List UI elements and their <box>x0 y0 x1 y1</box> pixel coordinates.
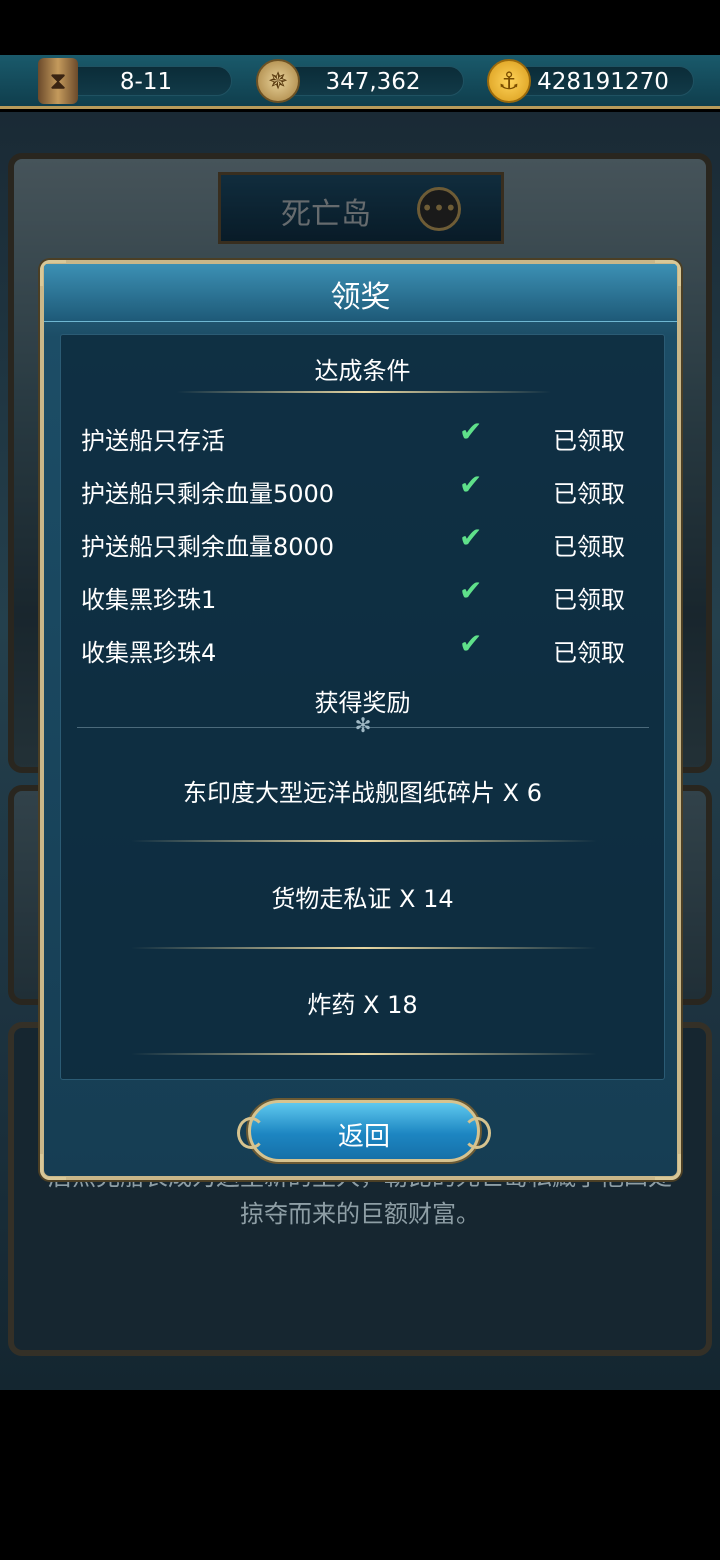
dialog-content-panel: 达成条件 护送船只存活 ✔ 已领取 护送船只剩余血量5000 ✔ 已领取 护送船… <box>60 334 665 1080</box>
condition-status: 已领取 <box>553 639 625 667</box>
checkmark-icon: ✔ <box>459 627 483 660</box>
hourglass-icon: ⧗ <box>38 58 78 104</box>
reward-item: 炸药 X 18 <box>307 991 418 1019</box>
condition-row: 护送船只剩余血量5000 ✔ 已领取 <box>81 468 641 508</box>
back-button[interactable]: 返回 <box>237 1100 491 1162</box>
reward-item: 东印度大型远洋战舰图纸碎片 X 6 <box>183 779 542 807</box>
chat-bubble-icon[interactable]: ••• <box>417 187 461 231</box>
corner-ornament <box>655 260 681 286</box>
divider <box>131 840 597 842</box>
condition-text: 收集黑珍珠1 <box>81 586 217 614</box>
conditions-title: 达成条件 <box>314 357 411 385</box>
divider <box>131 1053 597 1055</box>
stage-value: 8-11 <box>119 69 173 95</box>
dialog-header: 领奖 <box>44 264 677 322</box>
ornament-icon: ✻ <box>354 713 372 737</box>
condition-text: 护送船只剩余血量8000 <box>81 533 335 561</box>
gold-counter: 428191270 <box>512 66 694 96</box>
condition-status: 已领取 <box>553 480 625 508</box>
system-nav-area <box>0 1390 720 1560</box>
anchor-coin-icon: ⚓ <box>487 59 531 103</box>
reward-item: 货物走私证 X 14 <box>271 885 454 913</box>
island-title: 死亡岛 <box>281 197 371 232</box>
condition-row: 收集黑珍珠1 ✔ 已领取 <box>81 574 641 614</box>
reward-dialog: 领奖 达成条件 护送船只存活 ✔ 已领取 护送船只剩余血量5000 ✔ 已领取 … <box>40 260 681 1180</box>
condition-status: 已领取 <box>553 427 625 455</box>
condition-row: 护送船只剩余血量8000 ✔ 已领取 <box>81 521 641 561</box>
condition-status: 已领取 <box>553 533 625 561</box>
gold-value: 428191270 <box>537 69 669 95</box>
compass-value: 347,362 <box>325 69 421 95</box>
compass-icon: ✵ <box>256 59 300 103</box>
dialog-title: 领奖 <box>330 280 391 315</box>
system-status-bar <box>0 0 720 55</box>
resource-bar: 8-11 ⧗ 347,362 ✵ 428191270 ⚓ <box>0 55 720 109</box>
back-button-label: 返回 <box>337 1122 390 1152</box>
island-title-banner: 死亡岛 ••• <box>218 172 504 244</box>
divider <box>131 947 597 949</box>
checkmark-icon: ✔ <box>459 415 483 448</box>
corner-ornament <box>40 260 66 286</box>
compass-counter: 347,362 <box>282 66 464 96</box>
checkmark-icon: ✔ <box>459 574 483 607</box>
condition-row: 护送船只存活 ✔ 已领取 <box>81 415 641 455</box>
checkmark-icon: ✔ <box>459 468 483 501</box>
condition-row: 收集黑珍珠4 ✔ 已领取 <box>81 627 641 667</box>
condition-text: 护送船只剩余血量5000 <box>81 480 335 508</box>
condition-text: 收集黑珍珠4 <box>81 639 217 667</box>
condition-status: 已领取 <box>553 586 625 614</box>
divider <box>77 727 649 728</box>
divider <box>177 391 551 393</box>
corner-ornament <box>40 1154 66 1180</box>
condition-text: 护送船只存活 <box>81 427 225 455</box>
checkmark-icon: ✔ <box>459 521 483 554</box>
stage-counter: 8-11 <box>60 66 232 96</box>
corner-ornament <box>655 1154 681 1180</box>
